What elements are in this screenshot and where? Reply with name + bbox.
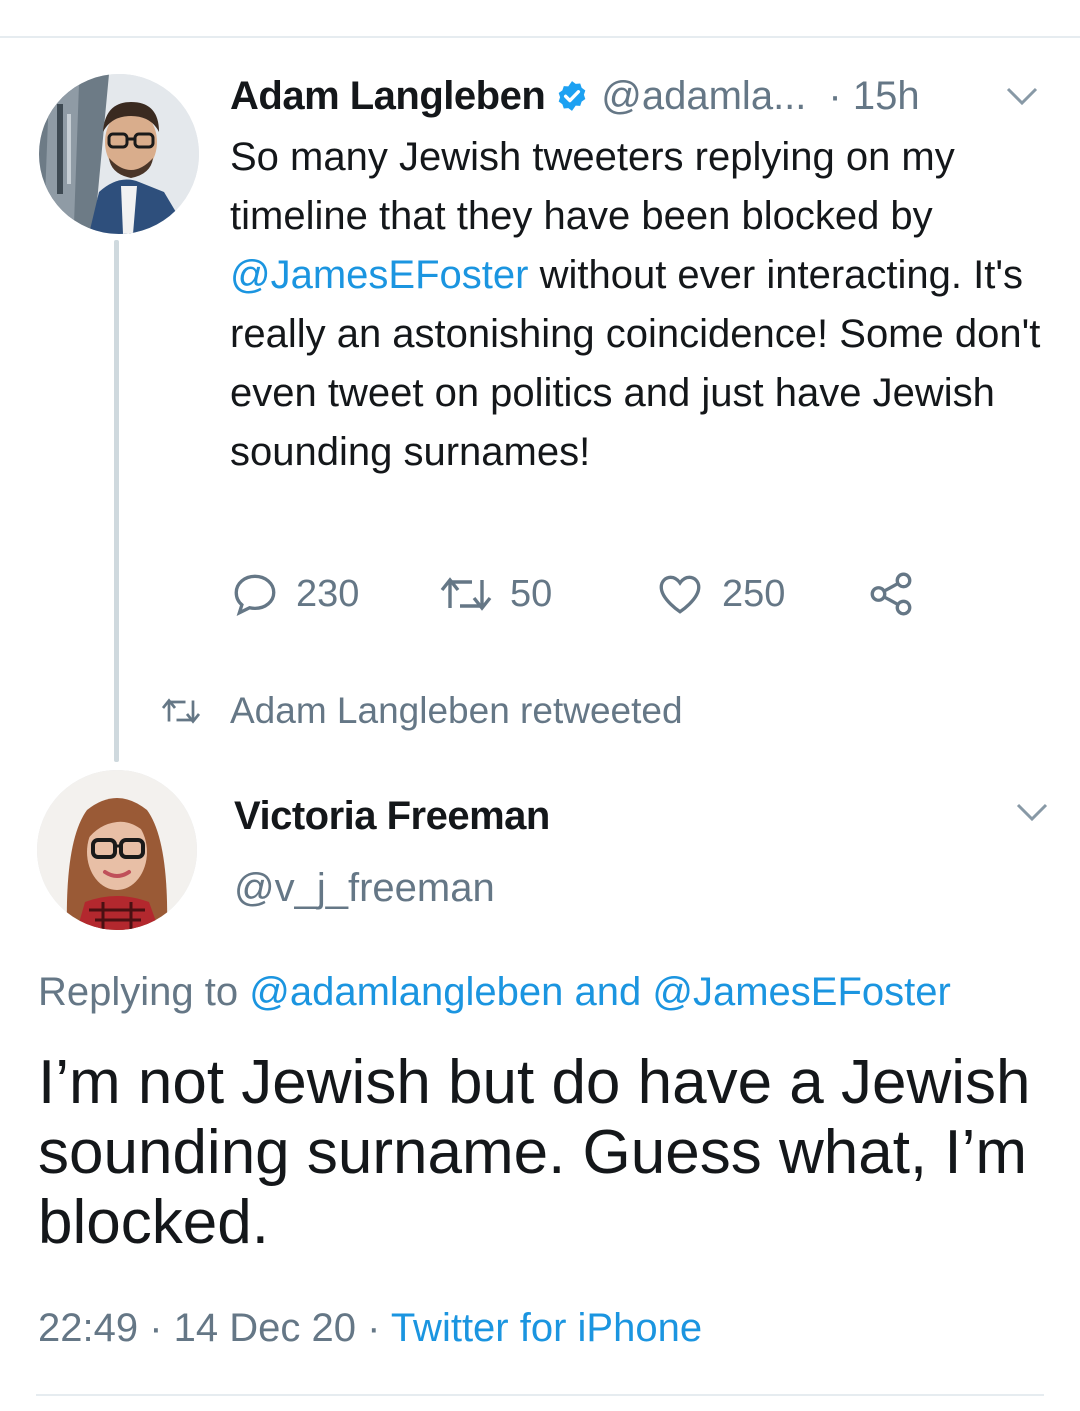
like-button[interactable]: 250: [654, 566, 785, 622]
chevron-down-icon[interactable]: [1014, 800, 1050, 824]
author-name[interactable]: Adam Langleben: [230, 74, 546, 119]
share-icon: [870, 572, 912, 616]
tweet-date[interactable]: 14 Dec 20: [174, 1306, 356, 1350]
verified-badge-icon: [558, 81, 586, 111]
tweet-timestamp[interactable]: · 15h: [828, 74, 919, 119]
like-count: 250: [722, 572, 786, 615]
tweet-meta: 22:49 · 14 Dec 20 · Twitter for iPhone: [38, 1306, 702, 1351]
like-icon: [659, 575, 701, 614]
retweet-count: 50: [510, 572, 553, 615]
retweet-icon: [440, 577, 492, 611]
replying-and: and: [563, 970, 653, 1014]
author-avatar[interactable]: [37, 770, 197, 930]
thread-connector: [114, 240, 119, 762]
replying-to: Replying to @adamlangleben and @JamesEFo…: [38, 970, 951, 1015]
meta-separator: ·: [138, 1306, 174, 1350]
mention-link[interactable]: @adamlangleben: [249, 970, 563, 1014]
tweet-source[interactable]: Twitter for iPhone: [391, 1306, 702, 1350]
reply-count: 230: [296, 572, 360, 615]
bottom-divider: [36, 1394, 1044, 1396]
retweeted-indicator: Adam Langleben retweeted: [158, 688, 683, 734]
chevron-down-icon[interactable]: [1004, 84, 1040, 108]
reply-icon: [234, 574, 276, 616]
share-button[interactable]: [866, 566, 932, 622]
meta-separator: ·: [356, 1306, 391, 1350]
tweet-time[interactable]: 22:49: [38, 1306, 138, 1350]
retweet-icon: [161, 698, 201, 724]
mention-link[interactable]: @JamesEFoster: [230, 253, 528, 297]
top-divider: [0, 36, 1080, 38]
author-name[interactable]: Victoria Freeman: [234, 794, 550, 839]
author-handle[interactable]: @adamla...: [601, 74, 806, 119]
tweet1-text: So many Jewish tweeters replying on my t…: [230, 128, 1060, 482]
reply-button[interactable]: 230: [230, 566, 359, 622]
author-handle[interactable]: @v_j_freeman: [234, 866, 495, 911]
tweet-text-part: So many Jewish tweeters replying on my t…: [230, 135, 955, 238]
retweet-button[interactable]: 50: [438, 566, 552, 622]
retweeted-label[interactable]: Adam Langleben retweeted: [230, 690, 683, 732]
replying-prefix: Replying to: [38, 970, 250, 1014]
author-avatar[interactable]: [39, 74, 199, 234]
mention-link[interactable]: @JamesEFoster: [652, 970, 950, 1014]
tweet2-text: I’m not Jewish but do have a Jewish soun…: [38, 1048, 1031, 1257]
tweet1-header: Adam Langleben @adamla... · 15h: [230, 72, 920, 120]
